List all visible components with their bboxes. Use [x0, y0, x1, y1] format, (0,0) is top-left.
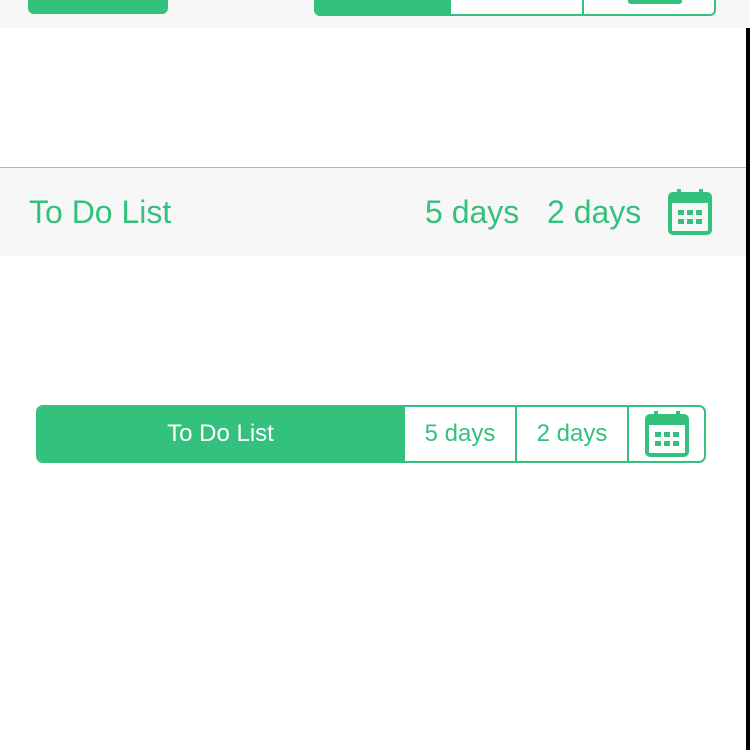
calendar-icon [628, 0, 682, 4]
nav-title-button[interactable]: To Do List [29, 168, 171, 256]
top-segment-middle[interactable] [449, 0, 582, 14]
calendar-icon[interactable] [668, 189, 712, 235]
top-segmented-control[interactable] [314, 0, 716, 16]
segment-todo-list[interactable]: To Do List [38, 407, 403, 461]
top-segment-calendar[interactable] [582, 0, 714, 14]
screen-edge [746, 28, 750, 750]
calendar-icon [644, 411, 689, 457]
segment-two-days[interactable]: 2 days [515, 407, 627, 461]
segment-calendar[interactable] [627, 407, 704, 461]
navigation-bar: To Do List 5 days 2 days [0, 167, 750, 256]
nav-five-days-button[interactable]: 5 days [425, 168, 519, 256]
top-toolbar [0, 0, 750, 28]
segment-five-days[interactable]: 5 days [403, 407, 515, 461]
segmented-control: To Do List 5 days 2 days [36, 405, 706, 463]
nav-two-days-button[interactable]: 2 days [547, 168, 641, 256]
top-left-button[interactable] [28, 0, 168, 14]
top-segment-selected[interactable] [316, 0, 449, 14]
